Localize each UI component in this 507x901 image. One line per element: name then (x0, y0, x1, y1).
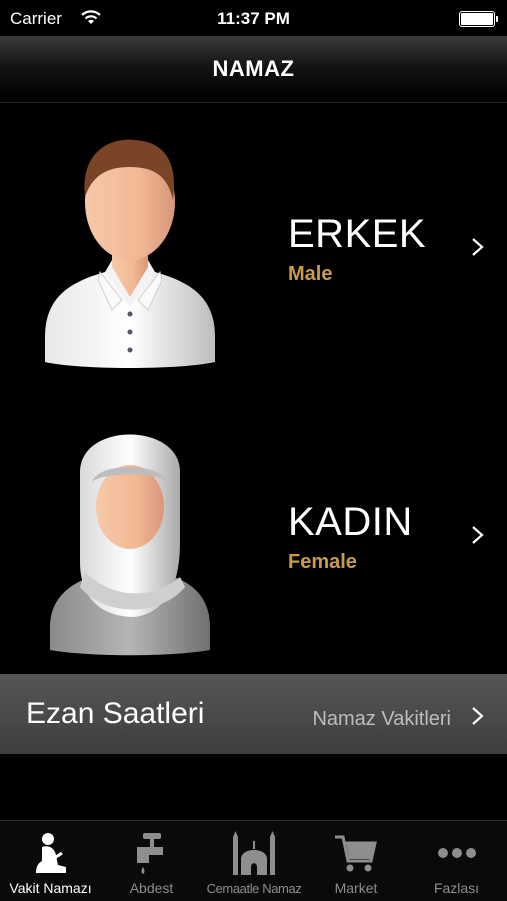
status-time: 11:37 PM (217, 9, 290, 28)
chevron-right-icon (472, 707, 484, 725)
praying-person-icon (35, 833, 66, 873)
woman-avatar-icon (50, 434, 210, 656)
chevron-right-icon (472, 526, 484, 544)
page-title: NAMAZ (212, 56, 295, 81)
water-tap-icon (136, 833, 163, 874)
navigation-bar: NAMAZ (0, 36, 507, 103)
male-subtitle: Male (288, 263, 333, 285)
chevron-right-icon (472, 238, 484, 256)
female-subtitle: Female (288, 551, 357, 573)
tab-abdest[interactable]: Abdest (101, 821, 202, 901)
tab-cemaatle-namaz[interactable]: Cemaatle Namaz (202, 821, 306, 901)
prayer-times-title: Ezan Saatleri (26, 697, 205, 730)
man-avatar-icon (45, 139, 215, 368)
tab-label: Abdest (129, 880, 174, 896)
tab-market[interactable]: Market (306, 821, 406, 901)
tab-label: Vakit Namazı (9, 880, 92, 896)
tab-bar: Vakit Namazı Abdest Cemaatle Namaz Marke… (0, 820, 507, 901)
battery-icon (459, 11, 498, 27)
tab-fazlasi[interactable]: Fazlası (406, 821, 507, 901)
more-dots-icon (437, 848, 476, 858)
female-title: KADIN (288, 500, 413, 544)
prayer-times-detail: Namaz Vakitleri (312, 708, 451, 730)
shopping-cart-icon (335, 835, 377, 872)
male-option-row[interactable]: ERKEK Male (0, 102, 507, 392)
tab-label: Fazlası (433, 880, 480, 896)
prayer-times-row[interactable]: Ezan Saatleri Namaz Vakitleri (0, 674, 507, 754)
mosque-icon (233, 831, 275, 875)
tab-label: Cemaatle Namaz (206, 881, 302, 896)
female-option-row[interactable]: KADIN Female (0, 390, 507, 680)
tab-vakit-namazi[interactable]: Vakit Namazı (0, 821, 101, 901)
male-title: ERKEK (288, 212, 427, 256)
status-bar: Carrier 11:37 PM (0, 0, 507, 36)
tab-label: Market (334, 880, 378, 896)
